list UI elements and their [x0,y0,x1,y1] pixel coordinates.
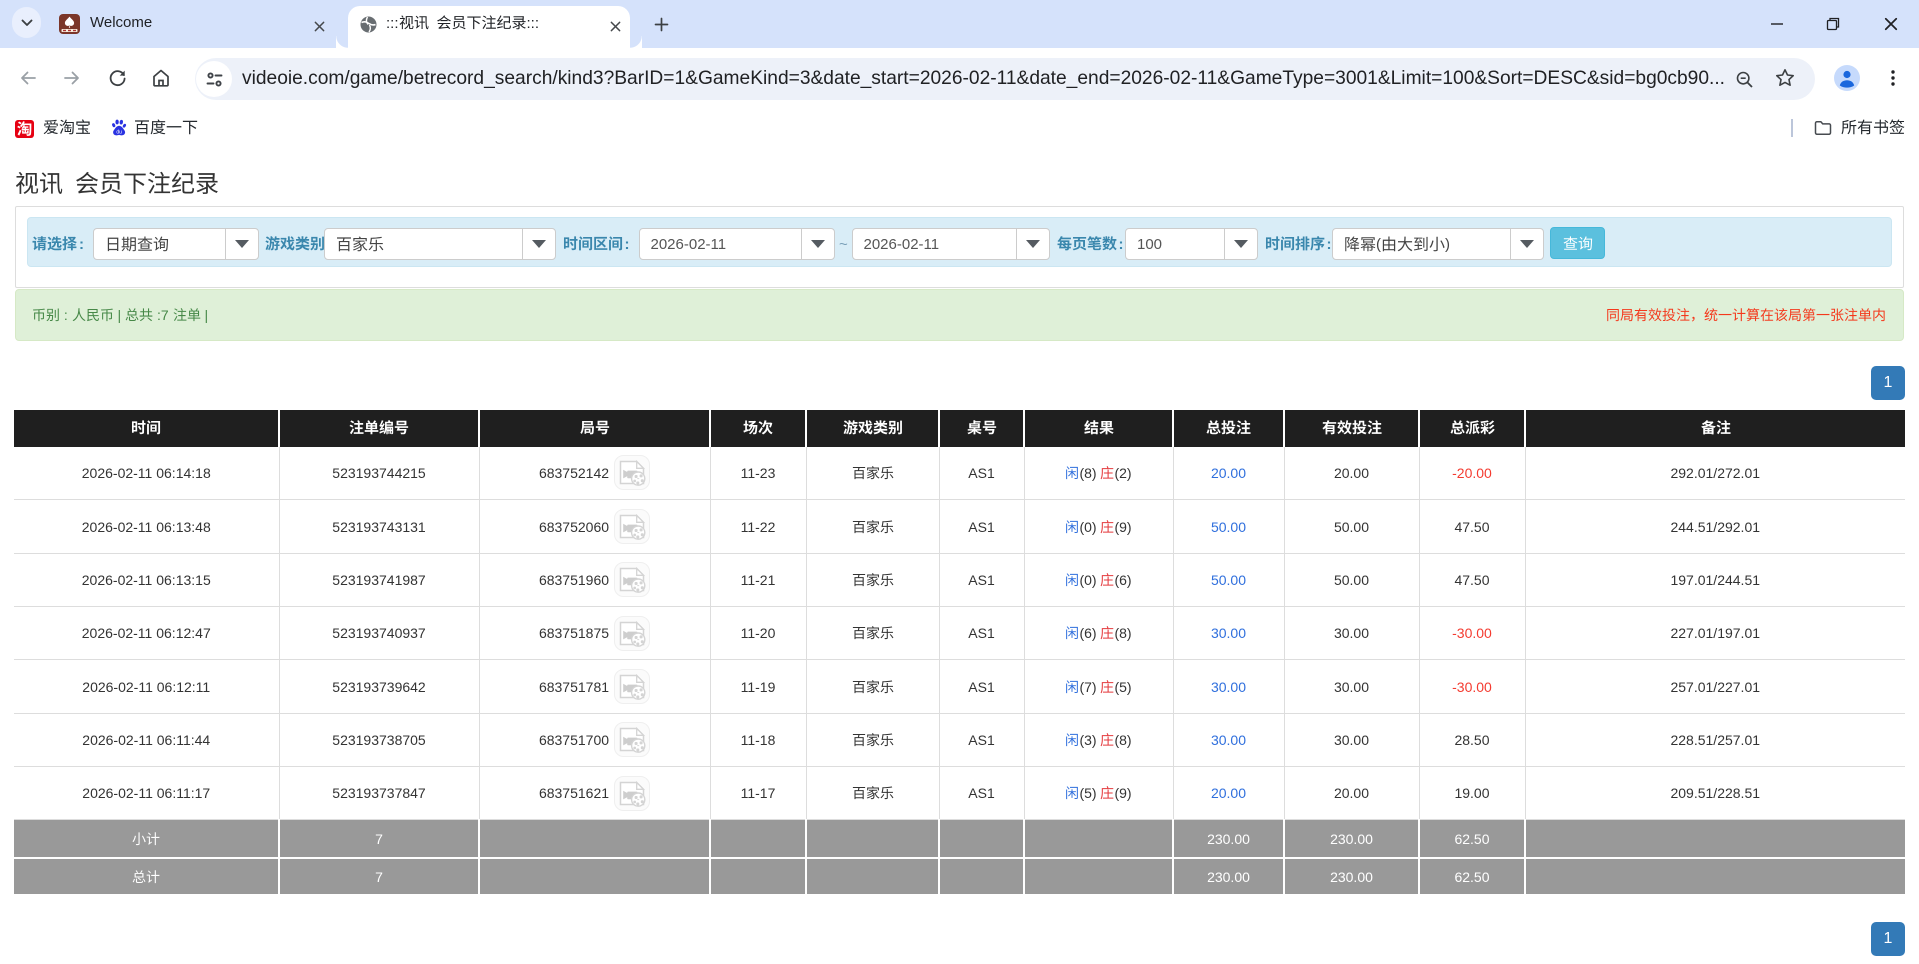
svg-text:du: du [116,129,122,135]
